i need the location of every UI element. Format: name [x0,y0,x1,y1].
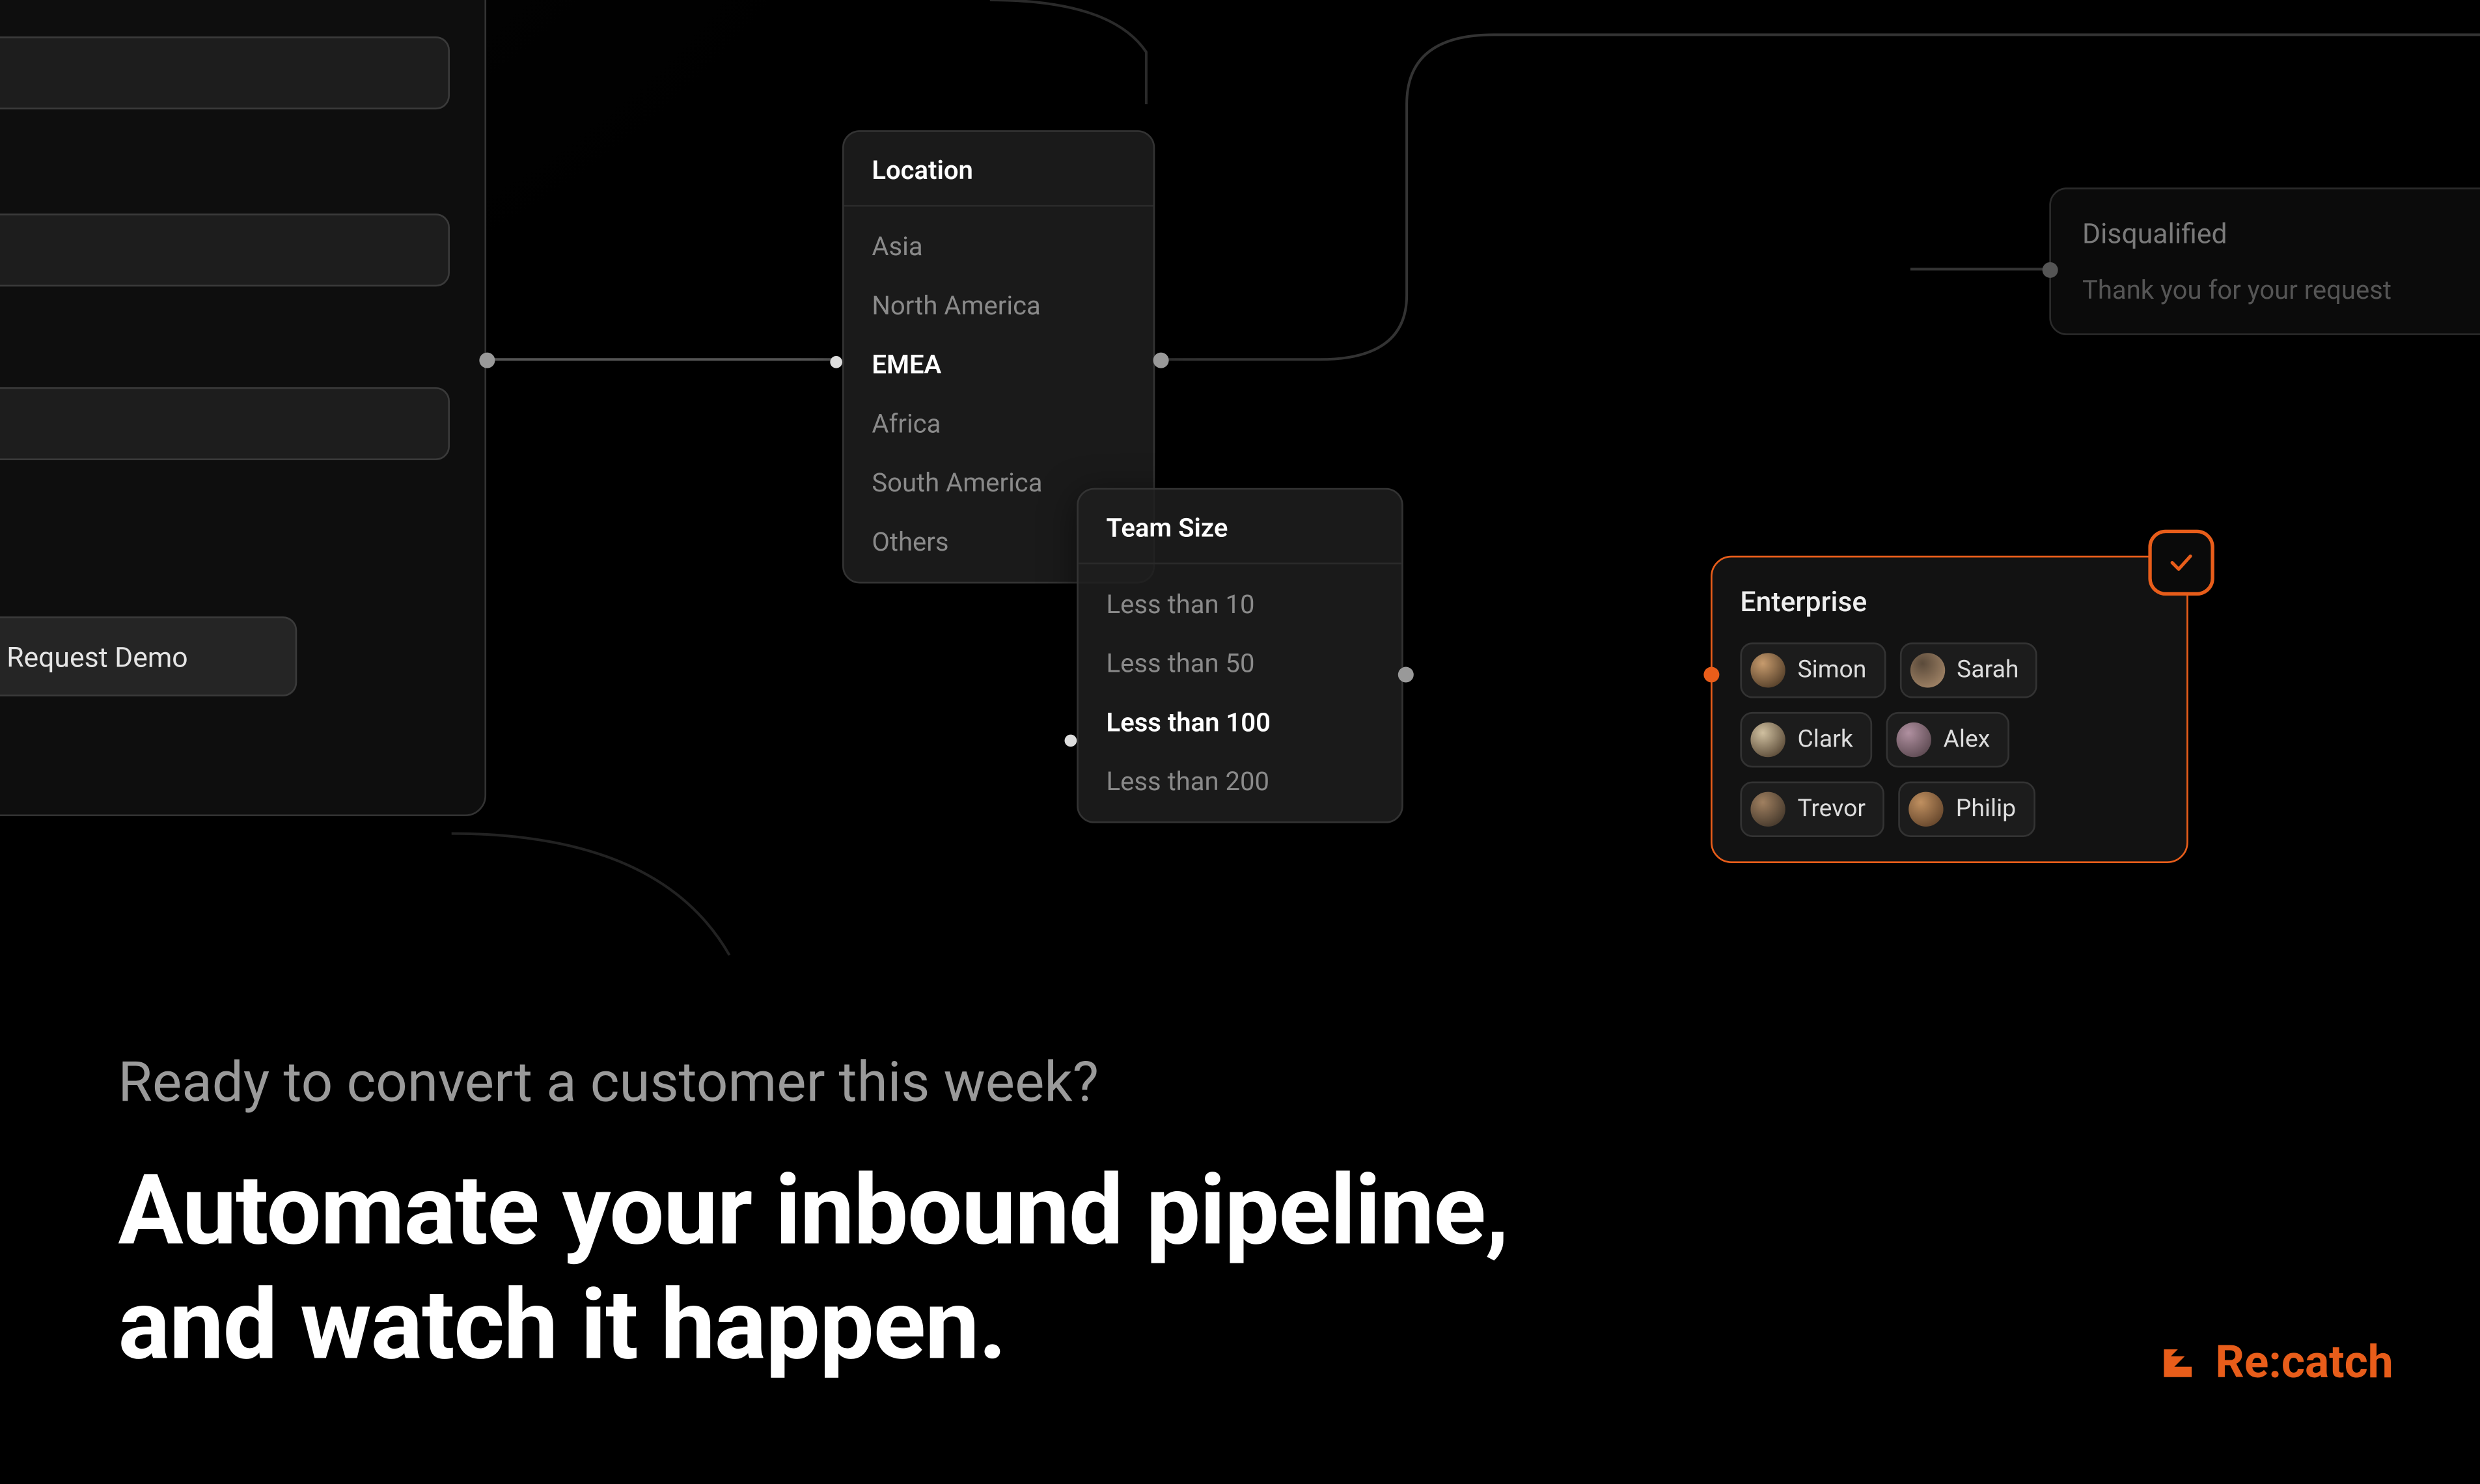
teamsize-node: Team Size Less than 10Less than 50Less t… [1077,488,1403,823]
disqualified-title: Disqualified [2082,217,2480,251]
avatar [1909,792,1944,827]
person-chip[interactable]: Sarah [1899,642,2038,698]
enterprise-node: Enterprise Simon Sarah Clark Alex Trevor Phil… [1711,556,2188,863]
enterprise-title: Enterprise [1740,585,2158,618]
teamsize-out-dot [1398,667,1414,683]
hero-subtitle: Ready to convert a customer this week? [118,1049,2028,1114]
avatar [1750,792,1785,827]
location-item[interactable]: North America [844,276,1153,335]
person-chip[interactable]: Clark [1740,712,1872,767]
logo-icon [2156,1342,2198,1384]
teamsize-in-dot [1065,735,1077,747]
form-input-1[interactable] [0,36,450,109]
avatar [1750,722,1785,757]
logo-text: Re:catch [2215,1337,2393,1389]
person-chip[interactable]: Simon [1740,642,1885,698]
request-demo-button[interactable]: Request Demo [0,616,297,696]
form-size-label: ze [0,338,450,370]
person-name: Philip [1956,795,2016,823]
location-in-dot [830,356,842,368]
teamsize-item[interactable]: Less than 200 [1079,752,1401,811]
teamsize-item[interactable]: Less than 10 [1079,575,1401,634]
avatar [1910,653,1944,687]
request-demo-form: ze Request Demo [0,0,486,816]
location-item[interactable]: EMEA [844,335,1153,394]
person-name: Sarah [1957,657,2018,685]
connection-dot [479,353,495,368]
avatar [1750,653,1785,687]
teamsize-item[interactable]: Less than 50 [1079,634,1401,693]
disqualified-body: Thank you for your request [2082,275,2480,306]
person-chip[interactable]: Philip [1899,782,2035,837]
avatar [1896,722,1931,757]
person-name: Clark [1797,726,1853,754]
form-input-2[interactable] [0,213,450,286]
person-name: Alex [1944,726,1991,754]
location-out-dot [1153,353,1169,368]
disqualified-in-dot [2043,262,2058,278]
check-icon [2148,530,2214,596]
hero-text: Ready to convert a customer this week? A… [118,1049,2028,1382]
location-item[interactable]: Africa [844,394,1153,454]
disqualified-node: Disqualified Thank you for your request [2049,187,2480,335]
enterprise-in-dot [1703,667,1719,683]
logo: Re:catch [2156,1337,2393,1389]
teamsize-item[interactable]: Less than 100 [1079,693,1401,752]
request-demo-label: Request Demo [7,640,187,673]
teamsize-header: Team Size [1079,489,1401,564]
person-name: Simon [1797,657,1866,685]
form-input-size[interactable] [0,387,450,460]
person-chip[interactable]: Alex [1886,712,2009,767]
hero-headline: Automate your inbound pipeline,and watch… [118,1153,2028,1382]
location-item[interactable]: Asia [844,217,1153,277]
person-chip[interactable]: Trevor [1740,782,1884,837]
person-name: Trevor [1797,795,1866,823]
location-header: Location [844,132,1153,207]
